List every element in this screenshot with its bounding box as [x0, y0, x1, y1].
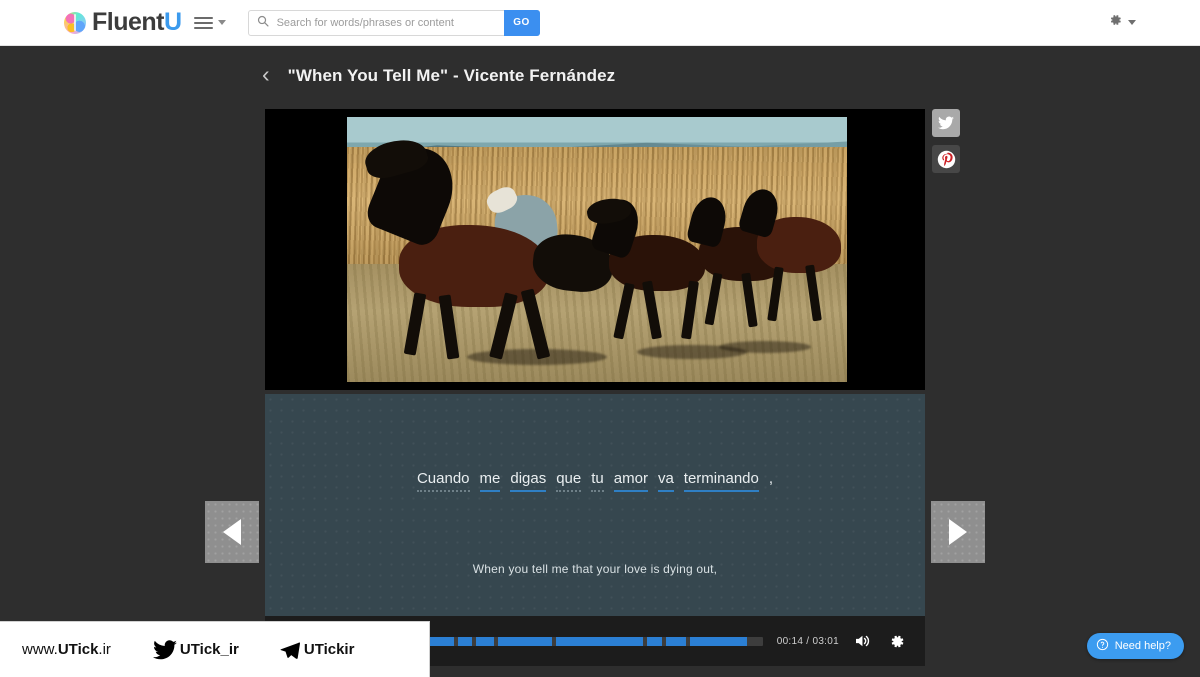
caption-word[interactable]: me [479, 470, 501, 492]
share-twitter-button[interactable] [932, 109, 960, 137]
watermark-twitter: UTick_ir [152, 639, 239, 660]
triangle-left-icon [223, 519, 241, 545]
top-navigation-bar: FluentU GO [0, 0, 1200, 46]
watermark-website: www. UTick .ir [22, 641, 111, 658]
caption-spanish-line: Cuando me digas que tu amor va terminando, [265, 470, 925, 492]
video-frame [347, 117, 847, 382]
fluentu-video-page: FluentU GO ‹ "When You [0, 0, 1200, 677]
globe-icon [64, 11, 86, 34]
progress-segment [498, 637, 553, 646]
search-icon [257, 14, 269, 32]
watermark-site-suffix: .ir [98, 641, 111, 658]
watermark-twitter-handle: UTick_ir [179, 641, 239, 658]
caption-word[interactable]: amor [613, 470, 648, 492]
triangle-right-icon [949, 519, 967, 545]
caption-word[interactable]: digas [510, 470, 547, 492]
watermark-telegram: UTickir [279, 640, 355, 660]
chevron-down-icon [1128, 20, 1136, 25]
watermark-telegram-handle: UTickir [303, 641, 355, 658]
brand-name-text: Fluent [92, 8, 165, 36]
caption-word[interactable]: Cuando [416, 470, 470, 492]
gear-icon [1107, 12, 1123, 33]
watermark-site-prefix: www. [22, 641, 58, 658]
caption-translation: When you tell me that your love is dying… [472, 562, 718, 576]
caption-word[interactable]: tu [591, 470, 604, 492]
hamburger-icon [193, 14, 213, 32]
caption-word[interactable]: que [556, 470, 582, 492]
question-circle-icon [1096, 638, 1109, 654]
fluentu-logo[interactable]: FluentU [64, 8, 182, 37]
progress-segment [556, 637, 643, 646]
progress-segment [646, 637, 662, 646]
back-button[interactable]: ‹ [262, 63, 270, 86]
brand-accent-text: U [164, 8, 182, 36]
twitter-icon [938, 116, 954, 130]
previous-caption-button[interactable] [205, 501, 259, 563]
volume-button[interactable] [845, 624, 879, 658]
telegram-icon [280, 641, 300, 659]
video-player-stage[interactable] [265, 109, 925, 390]
page-title: "When You Tell Me" - Vicente Fernández [287, 65, 616, 85]
caption-word[interactable]: terminando [683, 470, 759, 492]
volume-icon [856, 635, 870, 647]
search-bar[interactable]: GO [247, 9, 540, 36]
next-caption-button[interactable] [931, 501, 985, 563]
watermark-site-main: UTick [57, 641, 99, 658]
progress-segment [689, 637, 747, 646]
progress-segment [475, 637, 495, 646]
hamburger-menu-button[interactable] [193, 14, 226, 32]
player-settings-button[interactable] [879, 624, 913, 658]
page-body: ‹ "When You Tell Me" - Vicente Fernández [0, 46, 1200, 677]
chevron-down-icon [217, 20, 226, 25]
watermark-bar: www. UTick .ir UTick_ir UTickir [0, 621, 430, 677]
search-go-button[interactable]: GO [503, 9, 540, 36]
twitter-icon [152, 639, 177, 659]
caption-word[interactable]: va [657, 470, 674, 492]
progress-segment [458, 637, 472, 646]
need-help-button[interactable]: Need help? [1086, 633, 1184, 659]
caption-word: , [768, 470, 774, 487]
horse-shadow [719, 341, 811, 353]
pinterest-icon [937, 150, 955, 168]
brand-wordmark: FluentU [92, 8, 182, 37]
search-input[interactable] [274, 10, 504, 35]
progress-segment [665, 637, 686, 646]
account-settings-menu[interactable] [1107, 12, 1136, 33]
title-row: ‹ "When You Tell Me" - Vicente Fernández [262, 63, 616, 87]
caption-panel: Cuando me digas que tu amor va terminando, When… [265, 394, 925, 616]
share-pinterest-button[interactable] [932, 145, 960, 173]
time-display: 00:14 / 03:01 [776, 635, 839, 647]
need-help-label: Need help? [1114, 640, 1171, 652]
share-buttons [932, 109, 960, 173]
gear-icon [891, 635, 903, 647]
